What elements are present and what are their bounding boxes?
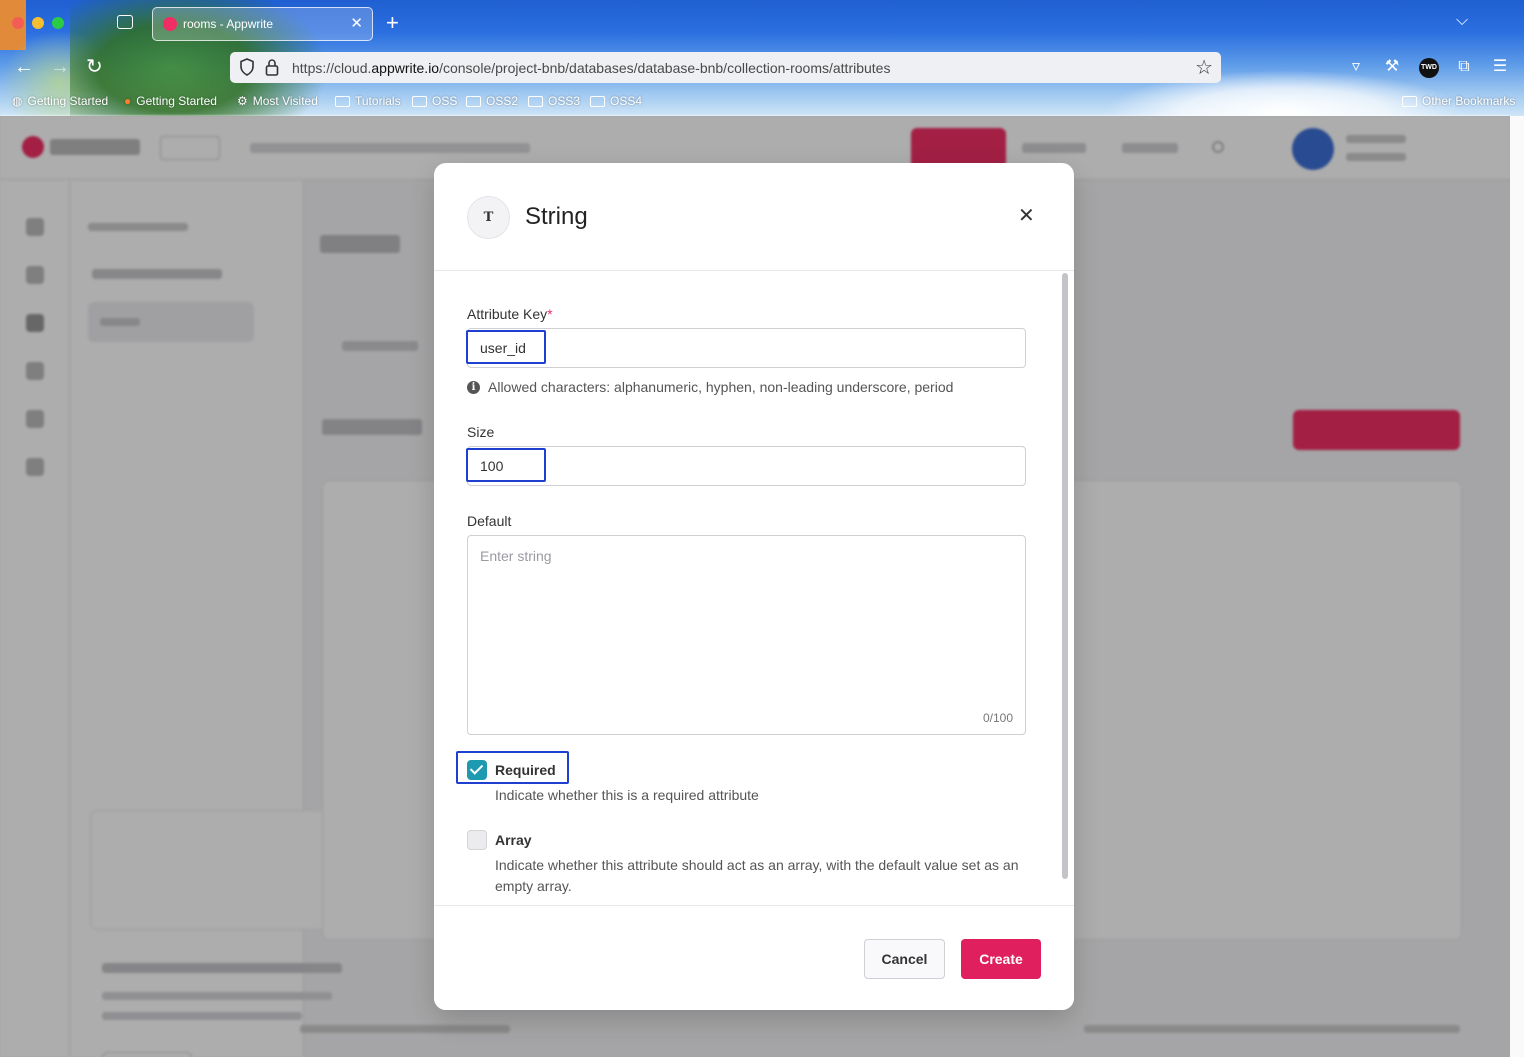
array-description: Indicate whether this attribute should a… bbox=[495, 857, 1019, 894]
browser-chrome: rooms - Appwrite ✕ + ⌵ ← → ↻ https://clo… bbox=[0, 0, 1524, 116]
info-icon: i bbox=[467, 380, 480, 394]
attribute-key-highlight bbox=[466, 330, 546, 364]
extensions-puzzle-icon[interactable]: ⧉ bbox=[1455, 58, 1473, 76]
attribute-key-input[interactable]: user_id bbox=[467, 328, 1026, 368]
bookmark-label: Other Bookmarks bbox=[1422, 94, 1516, 108]
pocket-icon[interactable]: ▿ bbox=[1347, 58, 1365, 76]
size-highlight bbox=[466, 448, 546, 482]
reload-button[interactable]: ↻ bbox=[86, 56, 103, 78]
cancel-button[interactable]: Cancel bbox=[864, 939, 945, 979]
bookmark-label: OSS4 bbox=[610, 94, 643, 108]
create-button[interactable]: Create bbox=[961, 939, 1041, 979]
bookmark-label: OSS2 bbox=[486, 94, 519, 108]
bookmark-label: Tutorials bbox=[355, 94, 401, 108]
required-description: Indicate whether this is a required attr… bbox=[495, 787, 759, 803]
folder-icon bbox=[466, 95, 481, 107]
tab-title: rooms - Appwrite bbox=[183, 17, 274, 31]
url-text[interactable]: https://cloud.appwrite.io/console/projec… bbox=[292, 60, 890, 76]
size-label: Size bbox=[467, 424, 495, 440]
modal-scrollbar-thumb[interactable] bbox=[1062, 273, 1068, 879]
modal-title: String bbox=[525, 203, 588, 230]
tracking-shield-icon[interactable] bbox=[239, 58, 255, 76]
attribute-key-label-text: Attribute Key bbox=[467, 306, 548, 322]
globe-icon: ◍ bbox=[12, 94, 23, 108]
attribute-key-label: Attribute Key* bbox=[467, 306, 553, 322]
required-highlight bbox=[456, 751, 569, 784]
bookmark-getting-started-2[interactable]: ● Getting Started bbox=[124, 94, 217, 108]
lock-icon[interactable] bbox=[265, 58, 279, 76]
create-string-attribute-modal: T String ✕ Attribute Key* user_id i Allo… bbox=[434, 163, 1074, 1010]
bookmark-label: Most Visited bbox=[252, 94, 318, 108]
gear-icon: ⚙ bbox=[237, 94, 248, 108]
folder-icon bbox=[412, 95, 427, 107]
bookmark-label: OSS bbox=[432, 94, 458, 108]
bookmark-label: Getting Started bbox=[136, 94, 217, 108]
default-label: Default bbox=[467, 513, 512, 529]
required-asterisk: * bbox=[547, 306, 553, 322]
bookmark-oss2[interactable]: OSS2 bbox=[466, 94, 518, 108]
browser-tab-active[interactable]: rooms - Appwrite ✕ bbox=[152, 7, 373, 41]
window-zoom-button[interactable] bbox=[52, 17, 64, 29]
bookmarks-bar: ◍ Getting Started ● Getting Started ⚙ Most … bbox=[0, 92, 1524, 112]
folder-icon bbox=[335, 95, 350, 107]
string-type-icon: T bbox=[467, 196, 510, 239]
folder-icon bbox=[1402, 95, 1417, 107]
bookmark-getting-started-1[interactable]: ◍ Getting Started bbox=[12, 94, 108, 108]
bookmark-label: OSS3 bbox=[548, 94, 581, 108]
size-input[interactable]: 100 bbox=[467, 446, 1026, 486]
url-domain: appwrite.io bbox=[371, 60, 440, 76]
folder-icon bbox=[590, 95, 605, 107]
tab-overview-icon[interactable] bbox=[117, 15, 133, 29]
bookmark-other[interactable]: Other Bookmarks bbox=[1402, 94, 1515, 108]
url-prefix: https://cloud. bbox=[292, 60, 372, 76]
page-scrollbar[interactable] bbox=[1510, 116, 1524, 1057]
default-placeholder: Enter string bbox=[480, 548, 552, 564]
firefox-icon: ● bbox=[124, 94, 132, 108]
appwrite-favicon-icon bbox=[163, 17, 177, 31]
allowed-characters-hint: i Allowed characters: alphanumeric, hyph… bbox=[467, 379, 953, 395]
modal-header: T String ✕ bbox=[434, 163, 1074, 271]
wrench-icon[interactable]: ⚒ bbox=[1383, 58, 1401, 76]
address-bar[interactable]: https://cloud.appwrite.io/console/projec… bbox=[230, 52, 1221, 83]
array-checkbox[interactable] bbox=[467, 830, 487, 850]
url-path: /console/project-bnb/databases/database-… bbox=[439, 60, 891, 76]
window-minimize-button[interactable] bbox=[32, 17, 44, 29]
modal-footer: Cancel Create bbox=[434, 905, 1074, 1010]
default-textarea[interactable]: Enter string 0/100 bbox=[467, 535, 1026, 735]
hamburger-menu-icon[interactable]: ☰ bbox=[1491, 58, 1509, 76]
bookmark-star-icon[interactable]: ☆ bbox=[1195, 55, 1213, 80]
bookmark-oss4[interactable]: OSS4 bbox=[590, 94, 642, 108]
allowed-characters-text: Allowed characters: alphanumeric, hyphen… bbox=[488, 379, 954, 395]
forward-button[interactable]: → bbox=[50, 56, 70, 78]
folder-icon bbox=[528, 95, 543, 107]
back-button[interactable]: ← bbox=[14, 56, 34, 78]
bookmark-oss[interactable]: OSS bbox=[412, 94, 457, 108]
twd-extension-icon[interactable]: TWD bbox=[1419, 58, 1439, 78]
tab-close-icon[interactable]: ✕ bbox=[350, 14, 363, 32]
close-icon[interactable]: ✕ bbox=[1018, 206, 1035, 226]
window-close-button[interactable] bbox=[12, 17, 24, 29]
bookmark-oss3[interactable]: OSS3 bbox=[528, 94, 580, 108]
bookmark-tutorials[interactable]: Tutorials bbox=[335, 94, 401, 108]
character-counter: 0/100 bbox=[982, 711, 1013, 725]
bookmark-label: Getting Started bbox=[27, 94, 109, 108]
array-label[interactable]: Array bbox=[495, 832, 532, 848]
bookmark-most-visited[interactable]: ⚙ Most Visited bbox=[237, 94, 318, 108]
list-all-tabs-icon[interactable]: ⌵ bbox=[1456, 12, 1468, 30]
new-tab-button[interactable]: + bbox=[386, 11, 399, 35]
